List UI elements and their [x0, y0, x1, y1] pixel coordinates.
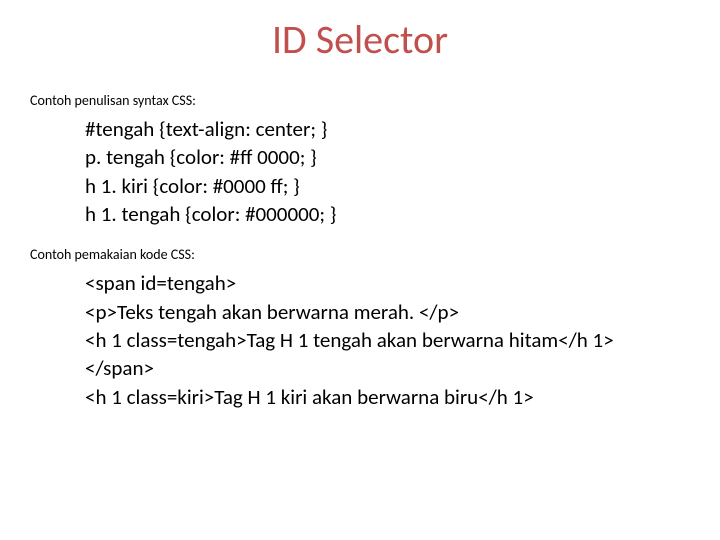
code-line: <h 1 class=kiri>Tag H 1 kiri akan berwar…	[85, 383, 690, 411]
code-line: <span id=tengah>	[85, 269, 690, 297]
code-line: p. tengah {color: #ff 0000; }	[85, 143, 690, 171]
code-line: <h 1 class=tengah>Tag H 1 tengah akan be…	[85, 326, 690, 354]
code-line: </span>	[85, 354, 690, 382]
section-label-syntax: Contoh penulisan syntax CSS:	[30, 92, 690, 109]
code-line: #tengah {text-align: center; }	[85, 115, 690, 143]
code-line: h 1. kiri {color: #0000 ff; }	[85, 172, 690, 200]
slide-title: ID Selector	[30, 15, 690, 64]
section-label-usage: Contoh pemakaian kode CSS:	[30, 246, 690, 263]
code-line: h 1. tengah {color: #000000; }	[85, 200, 690, 228]
css-syntax-block: #tengah {text-align: center; } p. tengah…	[85, 115, 690, 228]
code-line: <p>Teks tengah akan berwarna merah. </p>	[85, 298, 690, 326]
html-usage-block: <span id=tengah> <p>Teks tengah akan ber…	[85, 269, 690, 411]
